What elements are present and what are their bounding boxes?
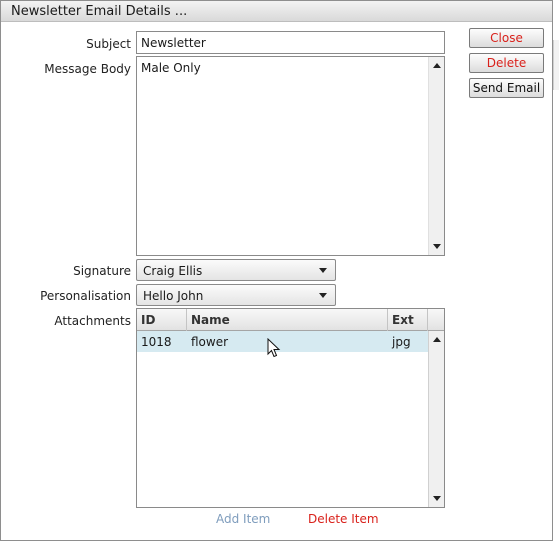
signature-select[interactable]: Craig Ellis [136,259,336,281]
personalisation-value: Hello John [143,289,204,303]
table-row[interactable]: 1018 flower jpg [137,331,428,352]
window-title: Newsletter Email Details ... [11,4,188,19]
message-body-textarea[interactable]: Male Only [136,56,445,256]
signature-label: Signature [73,264,131,278]
column-header-id[interactable]: ID [137,309,187,331]
newsletter-email-dialog: Newsletter Email Details ... Subject New… [0,0,553,541]
cell-ext: jpg [392,335,411,349]
cell-name: flower [191,335,229,349]
column-header-name[interactable]: Name [187,309,388,331]
attachments-label: Attachments [54,314,131,328]
chevron-down-icon [319,293,327,298]
attachments-grid: ID Name Ext 1018 flower jpg [136,308,445,508]
scroll-down-icon[interactable] [433,496,441,501]
cell-id: 1018 [141,335,172,349]
personalisation-select[interactable]: Hello John [136,284,336,306]
subject-value: Newsletter [141,36,206,50]
add-item-link[interactable]: Add Item [216,512,270,526]
subject-input[interactable]: Newsletter [136,31,445,54]
chevron-down-icon [319,268,327,273]
column-header-ext[interactable]: Ext [388,309,428,331]
background-window-edge [553,40,559,90]
message-body-scrollbar[interactable] [428,57,444,255]
personalisation-label: Personalisation [40,289,131,303]
message-body-value: Male Only [141,61,201,75]
send-email-button[interactable]: Send Email [469,78,544,98]
scroll-down-icon[interactable] [433,244,441,249]
subject-label: Subject [86,37,131,51]
message-body-label: Message Body [44,62,131,76]
signature-value: Craig Ellis [143,264,203,278]
scroll-up-icon[interactable] [433,63,441,68]
delete-button[interactable]: Delete [469,53,544,73]
close-button[interactable]: Close [469,28,544,48]
mouse-pointer-icon [267,338,281,358]
delete-item-link[interactable]: Delete Item [308,512,379,526]
scroll-up-icon[interactable] [433,337,441,342]
title-bar[interactable]: Newsletter Email Details ... [1,1,552,22]
attachments-grid-header: ID Name Ext [137,309,444,331]
attachments-scrollbar[interactable] [428,331,444,507]
